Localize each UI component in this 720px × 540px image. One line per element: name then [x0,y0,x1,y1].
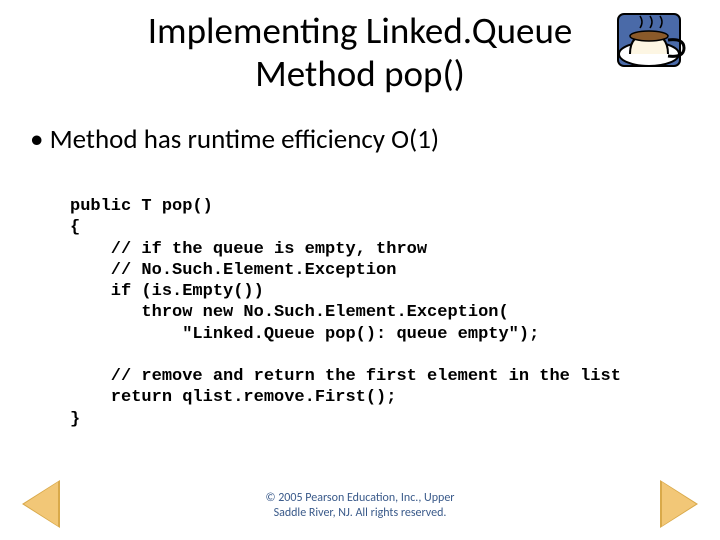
title-line-2: Method pop() [255,51,465,96]
footer-line-2: Saddle River, NJ. All rights reserved. [274,506,447,520]
teacup-icon [610,6,700,86]
copyright-footer: © 2005 Pearson Education, Inc., Upper Sa… [0,491,720,520]
bullet-point: Method has runtime efficiency O(1) [30,123,720,156]
arrow-left-icon[interactable] [22,480,60,528]
arrow-right-icon[interactable] [660,480,698,528]
code-block: public T pop() { // if the queue is empt… [70,196,720,430]
footer-line-1: © 2005 Pearson Education, Inc., Upper [266,491,455,505]
title-line-1: Implementing Linked.Queue [148,8,573,53]
